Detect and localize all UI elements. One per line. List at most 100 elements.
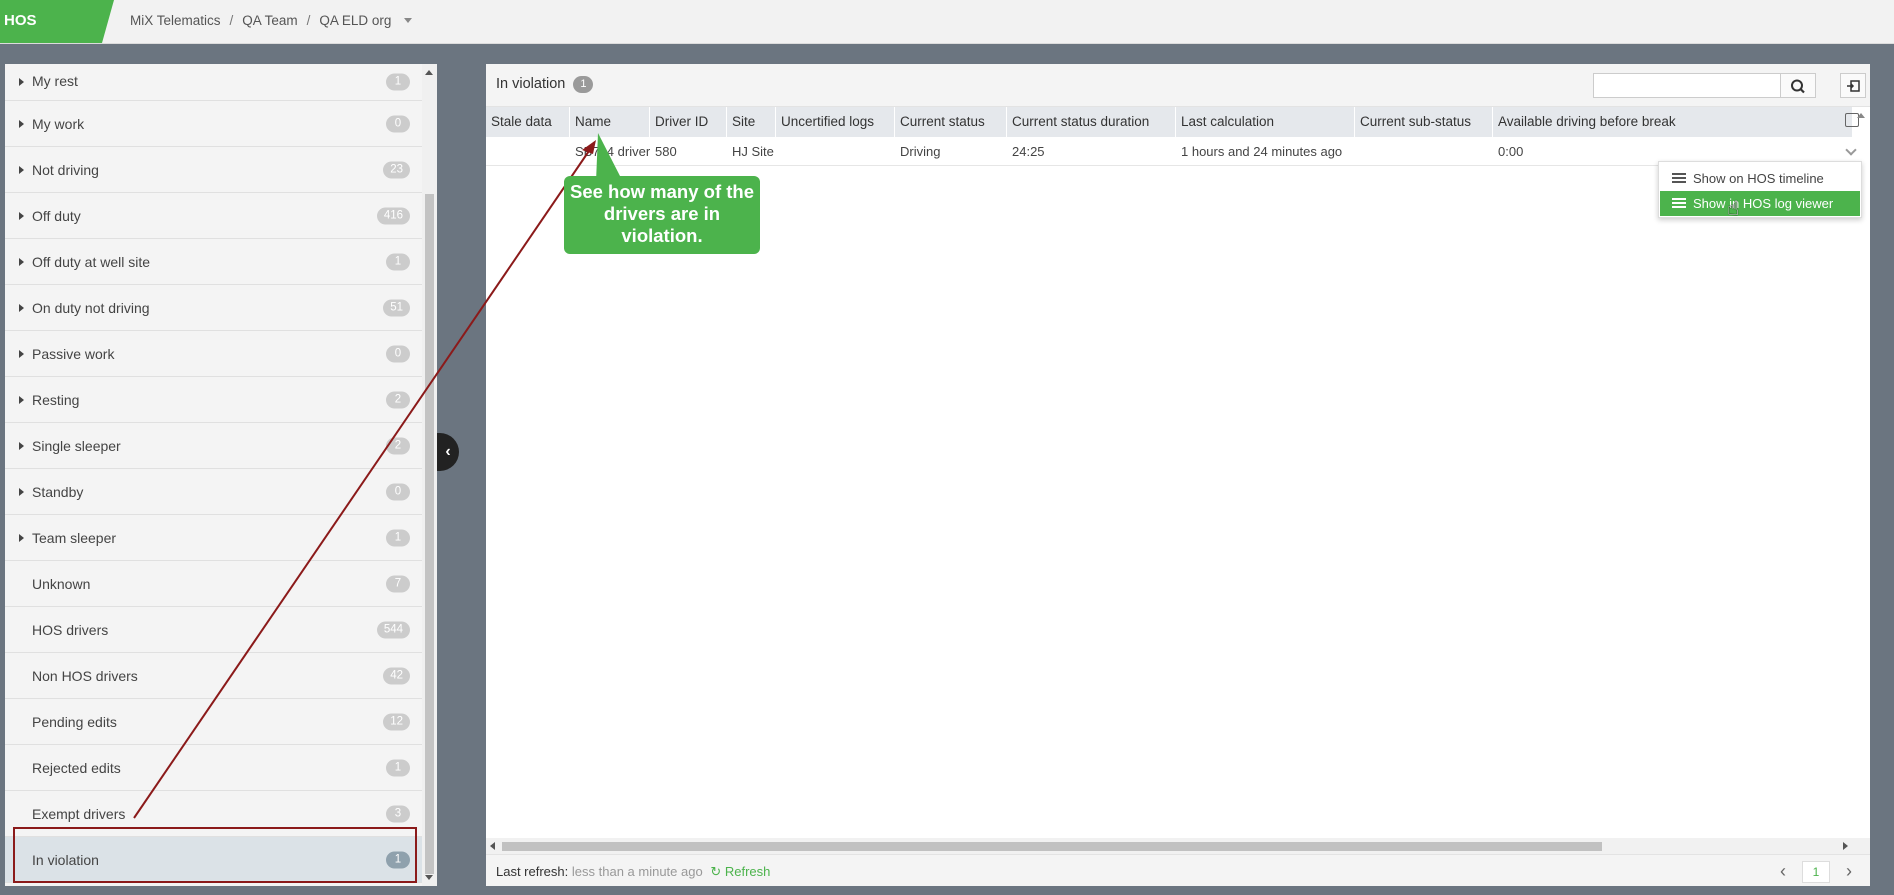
menu-item-label: Show on HOS timeline: [1693, 171, 1824, 186]
caret-right-icon[interactable]: [19, 165, 24, 174]
current-page[interactable]: 1: [1802, 861, 1830, 883]
count-badge: 1: [386, 73, 410, 91]
scrollbar-thumb[interactable]: [425, 194, 434, 874]
sidebar-item-unknown[interactable]: Unknown 7: [5, 561, 422, 607]
sidebar-item-standby[interactable]: Standby 0: [5, 469, 422, 515]
count-badge: 0: [386, 115, 410, 132]
last-refresh-value: less than a minute ago: [571, 864, 703, 879]
column-header-current-sub-status[interactable]: Current sub-status: [1355, 107, 1493, 137]
scroll-right-icon[interactable]: [1843, 842, 1848, 850]
sidebar-item-my-rest[interactable]: My rest 1: [5, 64, 422, 101]
sidebar-scrollbar[interactable]: [422, 64, 437, 886]
column-header-uncertified-logs[interactable]: Uncertified logs: [776, 107, 895, 137]
sidebar-item-label: On duty not driving: [32, 300, 150, 316]
breadcrumb-item-team[interactable]: QA Team: [242, 13, 297, 28]
column-header-last-calculation[interactable]: Last calculation: [1176, 107, 1355, 137]
sidebar-item-non-hos-drivers[interactable]: Non HOS drivers 42: [5, 653, 422, 699]
column-header-current-status-duration[interactable]: Current status duration: [1007, 107, 1176, 137]
column-header-available-driving[interactable]: Available driving before break: [1493, 107, 1793, 137]
last-refresh: Last refresh: less than a minute ago ↻ R…: [496, 864, 770, 880]
table-row[interactable]: SB714 driver 580 HJ Site Driving 24:25 1…: [486, 137, 1852, 166]
refresh-icon: ↻: [710, 864, 722, 879]
sidebar-item-team-sleeper[interactable]: Team sleeper 1: [5, 515, 422, 561]
app-title[interactable]: HOS Overview: [0, 0, 114, 43]
caret-right-icon[interactable]: [19, 257, 24, 266]
sidebar-item-not-driving[interactable]: Not driving 23: [5, 147, 422, 193]
panel-title: In violation 1: [496, 76, 594, 93]
column-header-stale-data[interactable]: Stale data: [486, 107, 570, 137]
count-badge: 0: [386, 345, 410, 362]
sidebar-item-label: Not driving: [32, 162, 99, 178]
refresh-label: Refresh: [724, 864, 771, 879]
sidebar-item-on-duty-not-driving[interactable]: On duty not driving 51: [5, 285, 422, 331]
search-button[interactable]: [1781, 73, 1816, 98]
next-page-button[interactable]: ›: [1836, 861, 1862, 883]
menu-item-show-in-hos-log-viewer[interactable]: Show in HOS log viewer: [1660, 191, 1860, 216]
sidebar-item-label: Exempt drivers: [32, 806, 126, 822]
scroll-up-icon[interactable]: [1857, 113, 1865, 118]
sidebar-item-hos-drivers[interactable]: HOS drivers 544: [5, 607, 422, 653]
table-horizontal-scrollbar[interactable]: [486, 838, 1870, 854]
chevron-left-icon: ‹: [1780, 861, 1786, 881]
caret-right-icon[interactable]: [19, 119, 24, 128]
sidebar-item-off-duty-at-well-site[interactable]: Off duty at well site 1: [5, 239, 422, 285]
menu-item-show-on-hos-timeline[interactable]: Show on HOS timeline: [1660, 166, 1860, 191]
sidebar-item-single-sleeper[interactable]: Single sleeper 2: [5, 423, 422, 469]
sidebar-item-label: Resting: [32, 392, 80, 408]
log-viewer-icon: [1672, 198, 1686, 209]
scroll-down-icon[interactable]: [425, 875, 433, 880]
chevron-right-icon: ›: [1846, 861, 1852, 881]
column-header-driver-id[interactable]: Driver ID: [650, 107, 727, 137]
menu-item-label: Show in HOS log viewer: [1693, 196, 1834, 211]
count-badge: 1: [386, 759, 410, 776]
caret-right-icon[interactable]: [19, 533, 24, 542]
previous-page-button[interactable]: ‹: [1770, 861, 1796, 883]
sidebar-item-my-work[interactable]: My work 0: [5, 101, 422, 147]
callout-bubble: See how many of the drivers are in viola…: [564, 176, 760, 254]
caret-right-icon[interactable]: [19, 441, 24, 450]
breadcrumb: MiX Telematics / QA Team / QA ELD org: [130, 13, 413, 28]
top-bar: HOS Overview MiX Telematics / QA Team / …: [0, 0, 1894, 44]
cell-current-status-duration: 24:25: [1012, 144, 1045, 159]
refresh-button[interactable]: ↻ Refresh: [710, 864, 770, 879]
sidebar-item-off-duty[interactable]: Off duty 416: [5, 193, 422, 239]
scroll-up-icon[interactable]: [425, 70, 433, 75]
scrollbar-thumb[interactable]: [502, 842, 1602, 851]
scroll-left-icon[interactable]: [490, 842, 495, 850]
column-header-current-status[interactable]: Current status: [895, 107, 1007, 137]
caret-right-icon[interactable]: [19, 78, 24, 86]
cell-stale-data: [486, 137, 570, 166]
caret-right-icon[interactable]: [19, 211, 24, 220]
panel-footer: Last refresh: less than a minute ago ↻ R…: [486, 854, 1870, 886]
cell-last-calculation: 1 hours and 24 minutes ago: [1181, 144, 1343, 159]
last-refresh-label: Last refresh:: [496, 864, 569, 879]
caret-right-icon[interactable]: [19, 303, 24, 312]
caret-right-icon[interactable]: [19, 395, 24, 404]
panel-title-text: In violation: [496, 76, 566, 92]
caret-right-icon[interactable]: [19, 349, 24, 358]
breadcrumb-item-org-root[interactable]: MiX Telematics: [130, 13, 221, 28]
column-header-site[interactable]: Site: [727, 107, 776, 137]
chevron-left-icon: ‹: [445, 443, 451, 460]
sidebar-item-pending-edits[interactable]: Pending edits 12: [5, 699, 422, 745]
export-button[interactable]: [1840, 73, 1866, 98]
cell-driver-id: 580: [655, 144, 677, 159]
count-badge: 2: [386, 437, 410, 454]
sidebar-item-label: My rest: [32, 73, 78, 89]
caret-right-icon[interactable]: [19, 487, 24, 496]
sidebar-item-passive-work[interactable]: Passive work 0: [5, 331, 422, 377]
collapse-panel-button[interactable]: ‹: [437, 433, 459, 471]
search-input[interactable]: [1593, 73, 1781, 98]
sidebar-item-resting[interactable]: Resting 2: [5, 377, 422, 423]
count-badge: 1: [573, 76, 594, 93]
timeline-icon: [1672, 173, 1686, 184]
cell-name: SB714 driver: [575, 144, 650, 159]
cell-current-sub-status: [1355, 137, 1493, 166]
breadcrumb-item-org[interactable]: QA ELD org: [319, 13, 391, 28]
count-badge: 51: [383, 299, 410, 316]
chevron-down-icon[interactable]: [404, 18, 413, 23]
table-vertical-scrollbar[interactable]: [1852, 107, 1870, 862]
sidebar-item-rejected-edits[interactable]: Rejected edits 1: [5, 745, 422, 791]
sidebar-item-label: Standby: [32, 484, 84, 500]
column-header-name[interactable]: Name: [570, 107, 650, 137]
